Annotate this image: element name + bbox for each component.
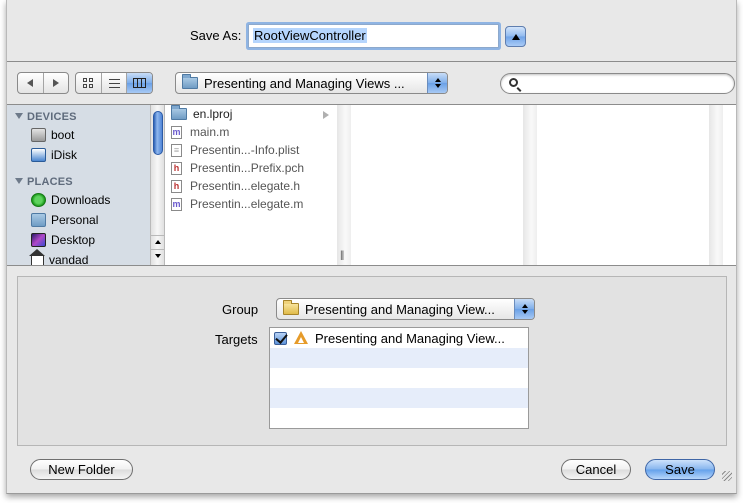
triangle-up-icon — [511, 33, 520, 40]
sidebar-item-idisk[interactable]: iDisk — [31, 146, 77, 164]
folder-icon — [283, 300, 299, 315]
column-resize-handle[interactable] — [523, 105, 537, 265]
file-row-en-lproj[interactable]: en.lproj — [171, 105, 333, 123]
file-row[interactable]: m Presentin...elegate.m — [171, 195, 303, 213]
cancel-button[interactable]: Cancel — [561, 459, 631, 480]
target-checkbox[interactable] — [274, 331, 287, 345]
downloads-icon — [31, 193, 46, 207]
list-view-button[interactable] — [102, 73, 128, 93]
app-target-icon — [293, 331, 309, 345]
empty-row — [270, 408, 528, 428]
group-popup[interactable]: Presenting and Managing View... — [276, 298, 535, 320]
sidebar-scrollbar[interactable] — [150, 105, 165, 265]
save-dialog: Save As: RootViewController Presenting a… — [6, 0, 737, 494]
scrollbar-thumb[interactable] — [153, 111, 163, 155]
h-file-icon: h — [171, 161, 182, 175]
save-as-value: RootViewController — [253, 28, 367, 43]
sidebar-item-desktop[interactable]: Desktop — [31, 231, 95, 249]
targets-list: Presenting and Managing View... — [269, 327, 529, 429]
file-row[interactable]: ≡ Presentin...-Info.plist — [171, 141, 299, 159]
column-view-icon — [133, 78, 147, 88]
plist-file-icon: ≡ — [171, 143, 182, 157]
m-file-icon: m — [171, 125, 182, 139]
popup-arrows-icon — [427, 73, 447, 93]
sidebar-item-vandad[interactable]: vandad — [29, 249, 88, 265]
target-row[interactable]: Presenting and Managing View... — [270, 328, 528, 348]
icon-view-icon — [83, 78, 94, 88]
save-as-field[interactable]: RootViewController — [248, 24, 499, 48]
empty-row — [270, 368, 528, 388]
sidebar-item-personal[interactable]: Personal — [31, 211, 98, 229]
arrow-up-icon — [154, 240, 161, 244]
location-popup[interactable]: Presenting and Managing Views ... — [175, 72, 448, 94]
group-popup-value: Presenting and Managing View... — [305, 301, 495, 317]
sidebar-section-places[interactable]: PLACES — [15, 176, 73, 188]
search-icon — [509, 78, 518, 87]
chevron-right-icon — [323, 111, 329, 119]
search-input[interactable] — [500, 73, 735, 94]
sidebar-item-downloads[interactable]: Downloads — [31, 191, 110, 209]
forward-button[interactable] — [44, 73, 69, 93]
empty-row — [270, 388, 528, 408]
scroll-up-button[interactable] — [151, 235, 164, 248]
save-button[interactable]: Save — [645, 459, 715, 480]
view-mode-control — [75, 72, 153, 94]
folder-icon — [171, 105, 187, 120]
disclosure-triangle-icon — [15, 178, 23, 184]
save-as-label: Save As: — [190, 28, 242, 43]
hard-disk-icon — [31, 128, 46, 142]
column-view-button[interactable] — [127, 73, 152, 93]
desktop-icon — [31, 233, 46, 247]
browser-column-1: en.lproj m main.m ≡ Presentin...-Info.pl… — [165, 105, 337, 265]
file-row[interactable]: h Presentin...Prefix.pch — [171, 159, 304, 177]
home-icon — [29, 249, 45, 265]
h-file-icon: h — [171, 179, 182, 193]
m-file-icon: m — [171, 197, 182, 211]
sidebar: DEVICES boot iDisk PLACES Downloads Pers… — [7, 105, 150, 265]
disclosure-triangle-icon — [15, 113, 23, 119]
folder-icon — [31, 213, 46, 227]
idisk-icon — [31, 148, 46, 162]
back-button[interactable] — [18, 73, 44, 93]
file-row[interactable]: h Presentin...elegate.h — [171, 177, 300, 195]
folder-icon — [182, 74, 198, 89]
back-forward-control — [17, 72, 69, 94]
arrow-down-icon — [154, 254, 161, 258]
list-view-icon — [108, 78, 120, 88]
empty-row — [270, 348, 528, 368]
sidebar-item-boot[interactable]: boot — [31, 126, 74, 144]
new-folder-button[interactable]: New Folder — [30, 459, 133, 480]
column-resize-handle[interactable] — [709, 105, 723, 265]
location-popup-value: Presenting and Managing Views ... — [204, 75, 405, 91]
scroll-down-button[interactable] — [151, 249, 164, 262]
window-resize-grip[interactable] — [722, 471, 732, 481]
divider — [7, 61, 736, 62]
file-row[interactable]: m main.m — [171, 123, 229, 141]
resize-grip-icon: || — [340, 250, 344, 261]
sidebar-section-devices[interactable]: DEVICES — [15, 111, 77, 123]
icon-view-button[interactable] — [76, 73, 102, 93]
popup-arrows-icon — [514, 299, 534, 319]
file-browser: DEVICES boot iDisk PLACES Downloads Pers… — [7, 104, 736, 266]
targets-label: Targets — [215, 332, 258, 347]
group-label: Group — [222, 302, 259, 317]
collapse-dialog-button[interactable] — [505, 26, 526, 47]
column-resize-handle[interactable]: || — [337, 105, 351, 265]
back-arrow-icon — [27, 79, 34, 87]
forward-arrow-icon — [52, 79, 59, 87]
